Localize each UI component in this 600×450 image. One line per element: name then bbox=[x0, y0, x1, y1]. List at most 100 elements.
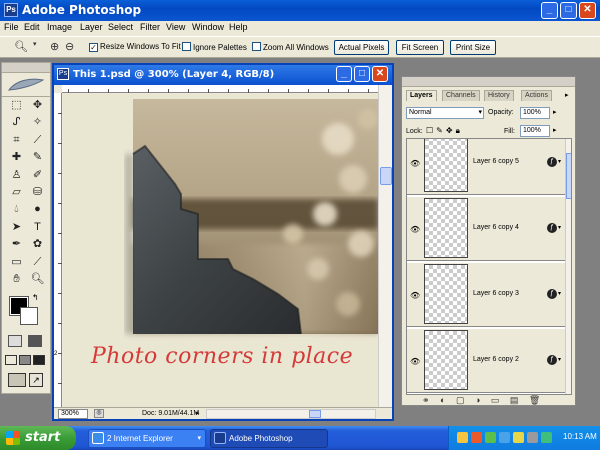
screen-mode-standard-icon[interactable] bbox=[5, 355, 17, 365]
minimize-button[interactable]: _ bbox=[541, 2, 558, 19]
jump-to-imageready-arrow-icon[interactable]: ↗ bbox=[29, 373, 43, 387]
visibility-eye-icon[interactable]: 👁︎ bbox=[410, 225, 420, 234]
lasso-tool-icon[interactable]: ᔑ bbox=[6, 114, 27, 131]
layer-row[interactable]: 👁︎ Layer 6 copy 2 ƒ ▾ bbox=[407, 329, 565, 393]
screen-mode-menu-icon[interactable] bbox=[19, 355, 31, 365]
visibility-eye-icon[interactable]: 👁︎ bbox=[410, 291, 420, 300]
clone-stamp-tool-icon[interactable]: ♙ bbox=[6, 167, 27, 184]
palette-menu-icon[interactable]: ▸ bbox=[565, 91, 569, 99]
expand-effects-icon[interactable]: ▾ bbox=[558, 290, 561, 297]
tray-icon-2[interactable] bbox=[471, 432, 482, 443]
layers-footer-icons[interactable]: ⚭ ◐ ▢ ◑ ▭ ▤ 🗑︎ bbox=[422, 395, 544, 406]
toolbox-header[interactable] bbox=[2, 63, 50, 73]
status-arrow-icon[interactable]: ▸ bbox=[196, 409, 200, 417]
zoom-all-checkbox[interactable] bbox=[252, 42, 261, 51]
layer-effects-icon[interactable]: ƒ bbox=[547, 355, 557, 365]
zoom-all-option[interactable]: Zoom All Windows bbox=[252, 42, 329, 52]
layer-effects-icon[interactable]: ƒ bbox=[547, 157, 557, 167]
print-size-button[interactable]: Print Size bbox=[450, 40, 496, 55]
hand-tool-icon[interactable]: ✋︎ bbox=[6, 271, 27, 288]
blend-mode-select[interactable]: Normal ▾ bbox=[406, 107, 484, 119]
tab-layers[interactable]: Layers bbox=[406, 90, 437, 101]
path-selection-tool-icon[interactable]: ➤ bbox=[6, 219, 27, 236]
history-brush-tool-icon[interactable]: ✐ bbox=[27, 167, 48, 184]
document-titlebar[interactable]: Ps This 1.psd @ 300% (Layer 4, RGB/8) _ … bbox=[54, 65, 392, 85]
magic-wand-tool-icon[interactable]: ✧ bbox=[27, 114, 48, 131]
slice-tool-icon[interactable]: ⟋ bbox=[27, 132, 48, 149]
eraser-tool-icon[interactable]: ▱ bbox=[6, 184, 27, 201]
taskbar-internet-explorer[interactable]: 2 Internet Explorer ▾ bbox=[88, 429, 206, 448]
tray-icon-1[interactable] bbox=[457, 432, 468, 443]
swap-colors-icon[interactable]: ↰ bbox=[32, 293, 39, 302]
healing-brush-tool-icon[interactable]: ✚ bbox=[6, 149, 27, 166]
layer-effects-icon[interactable]: ƒ bbox=[547, 223, 557, 233]
layer-row[interactable]: 👁︎ Layer 6 copy 4 ƒ ▾ bbox=[407, 197, 565, 261]
zoom-tool-icon[interactable]: 🔍︎ bbox=[27, 271, 48, 288]
zoom-out-icon[interactable]: ⊖ bbox=[65, 40, 74, 53]
zoom-level-field[interactable]: 300% bbox=[58, 409, 88, 419]
maximize-button[interactable]: □ bbox=[560, 2, 577, 19]
doc-minimize-button[interactable]: _ bbox=[336, 66, 352, 82]
status-menu-icon[interactable]: ◎ bbox=[94, 409, 104, 418]
fill-arrow-icon[interactable]: ▸ bbox=[553, 126, 557, 134]
resize-windows-option[interactable]: ✓ Resize Windows To Fit bbox=[89, 42, 181, 52]
visibility-eye-icon[interactable]: 👁︎ bbox=[410, 357, 420, 366]
layers-scroll-thumb[interactable] bbox=[566, 153, 571, 199]
ignore-palettes-option[interactable]: Ignore Palettes bbox=[182, 42, 247, 52]
opacity-field[interactable]: 100% bbox=[520, 107, 550, 119]
tray-icon-5[interactable] bbox=[513, 432, 524, 443]
crop-tool-icon[interactable]: ⌗ bbox=[6, 132, 27, 149]
jump-to-imageready-icon[interactable] bbox=[8, 373, 26, 387]
notes-tool-icon[interactable]: ▭ bbox=[6, 254, 27, 271]
background-color-swatch[interactable] bbox=[20, 307, 38, 325]
screen-mode-full-icon[interactable] bbox=[33, 355, 45, 365]
ignore-palettes-checkbox[interactable] bbox=[182, 42, 191, 51]
taskbar-photoshop[interactable]: Adobe Photoshop bbox=[210, 429, 328, 448]
paint-bucket-tool-icon[interactable]: ⛁ bbox=[27, 184, 48, 201]
doc-maximize-button[interactable]: □ bbox=[354, 66, 370, 82]
menu-window[interactable]: Window bbox=[192, 22, 224, 32]
eyedropper-tool-icon[interactable]: ⟋ bbox=[27, 254, 48, 271]
menu-edit[interactable]: Edit bbox=[24, 22, 40, 32]
menu-layer[interactable]: Layer bbox=[80, 22, 103, 32]
vertical-scrollbar[interactable] bbox=[378, 85, 392, 407]
fit-screen-button[interactable]: Fit Screen bbox=[396, 40, 444, 55]
document-window[interactable]: Ps This 1.psd @ 300% (Layer 4, RGB/8) _ … bbox=[52, 63, 394, 421]
zoom-in-icon[interactable]: ⊕ bbox=[50, 40, 59, 53]
quick-mask-standard-icon[interactable] bbox=[8, 335, 22, 347]
menu-view[interactable]: View bbox=[166, 22, 185, 32]
expand-effects-icon[interactable]: ▾ bbox=[558, 224, 561, 231]
tab-actions[interactable]: Actions bbox=[521, 90, 552, 101]
menu-image[interactable]: Image bbox=[47, 22, 72, 32]
custom-shape-tool-icon[interactable]: ✿ bbox=[27, 236, 48, 253]
layers-scrollbar[interactable] bbox=[565, 139, 571, 394]
clock[interactable]: 10:13 AM bbox=[563, 432, 597, 441]
resize-windows-checkbox[interactable]: ✓ bbox=[89, 43, 98, 52]
menu-select[interactable]: Select bbox=[108, 22, 133, 32]
tab-history[interactable]: History bbox=[484, 90, 514, 101]
close-button[interactable]: ✕ bbox=[579, 2, 596, 19]
opacity-arrow-icon[interactable]: ▸ bbox=[553, 108, 557, 116]
type-tool-icon[interactable]: T bbox=[27, 219, 48, 236]
marquee-tool-icon[interactable]: ⬚ bbox=[6, 97, 27, 114]
tab-channels[interactable]: Channels bbox=[442, 90, 480, 101]
tray-icon-3[interactable] bbox=[485, 432, 496, 443]
move-tool-icon[interactable]: ✥ bbox=[27, 97, 48, 114]
volume-icon[interactable] bbox=[527, 432, 538, 443]
blur-tool-icon[interactable]: 💧︎ bbox=[6, 201, 27, 218]
horizontal-scrollbar[interactable] bbox=[206, 409, 376, 419]
fill-field[interactable]: 100% bbox=[520, 125, 550, 137]
tool-preset-dropdown-icon[interactable]: ▾ bbox=[33, 40, 37, 48]
menu-help[interactable]: Help bbox=[229, 22, 248, 32]
menu-filter[interactable]: Filter bbox=[140, 22, 160, 32]
image-canvas[interactable]: Photo corners in place bbox=[63, 94, 378, 407]
doc-close-button[interactable]: ✕ bbox=[372, 66, 388, 82]
lock-options-icon[interactable]: ☐✎✥🔒︎ bbox=[426, 126, 463, 136]
dodge-tool-icon[interactable]: ● bbox=[27, 201, 48, 218]
layers-palette-header[interactable] bbox=[402, 77, 575, 87]
horizontal-ruler[interactable] bbox=[62, 85, 378, 93]
tray-icon-4[interactable] bbox=[499, 432, 510, 443]
actual-pixels-button[interactable]: Actual Pixels bbox=[334, 40, 389, 55]
zoom-tool-icon[interactable]: 🔍︎ bbox=[14, 40, 28, 53]
layer-row[interactable]: 👁︎ Layer 6 copy 3 ƒ ▾ bbox=[407, 263, 565, 327]
